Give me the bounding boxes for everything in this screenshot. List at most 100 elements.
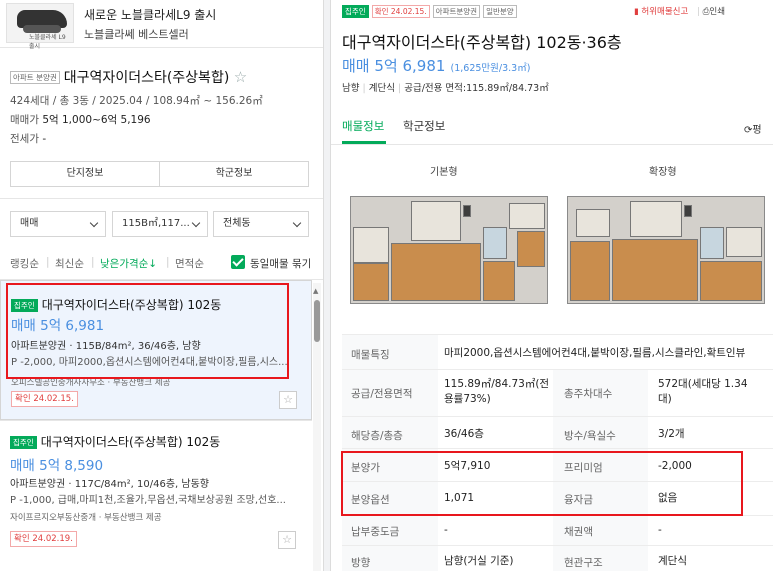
panel-splitter[interactable] bbox=[323, 0, 331, 571]
brief-direction: 남향 bbox=[342, 83, 360, 94]
print-button[interactable]: | ⎙인쇄 bbox=[697, 5, 725, 17]
row-value: 3/2개 bbox=[658, 428, 685, 440]
row-label: 해당층/총층 bbox=[351, 430, 403, 442]
chevron-down-icon bbox=[292, 218, 302, 228]
scroll-up-icon[interactable]: ▲ bbox=[313, 287, 318, 295]
sort-separator: | bbox=[166, 256, 170, 268]
row-label: 현관구조 bbox=[564, 557, 603, 569]
sale-label: 매매가 bbox=[10, 114, 39, 126]
row-value: 572대(세대당 1.34대) bbox=[658, 378, 748, 405]
sort-ranking[interactable]: 랭킹순 bbox=[10, 256, 39, 271]
confirm-badge: 확인 24.02.15. bbox=[11, 391, 78, 407]
row-value: 마피2000,옵션시스템에어컨4대,붙박이장,필름,시스클라인,확트인뷰 bbox=[444, 347, 746, 359]
plan-label-extended: 확장형 bbox=[649, 167, 677, 178]
listing-spec: 아파트분양권 · 117C/84m², 10/46층, 남동향 bbox=[10, 479, 209, 490]
ad-caption: 노블클라세 L9 출시 bbox=[29, 34, 66, 50]
confirm-badge: 확인 24.02.19. bbox=[10, 531, 77, 547]
row-label: 채권액 bbox=[564, 526, 593, 538]
detail-tags: 집주인 확인 24.02.15. 아파트분양권 일반분양 bbox=[342, 5, 517, 18]
favorite-star-icon[interactable]: ☆ bbox=[278, 531, 296, 549]
room bbox=[576, 209, 610, 237]
floor-plan-basic[interactable] bbox=[350, 196, 548, 304]
table-line bbox=[342, 545, 773, 546]
ad-subtitle: 노블클라쎄 베스트셀러 bbox=[84, 28, 189, 41]
type-tag: 일반분양 bbox=[483, 5, 517, 18]
dong-select[interactable]: 전체동 bbox=[213, 211, 309, 237]
print-label: 인쇄 bbox=[709, 7, 726, 17]
report-label: 허위매물신고 bbox=[641, 7, 689, 17]
room bbox=[517, 231, 545, 267]
sort-low-price[interactable]: 낮은가격순↓ bbox=[100, 256, 157, 271]
sort-separator: | bbox=[46, 256, 50, 268]
area-select[interactable]: 115B㎡,117... bbox=[112, 211, 208, 237]
room bbox=[411, 201, 461, 241]
plan-label-basic: 기본형 bbox=[430, 167, 458, 178]
listing-title-text: 대구역자이더스타(주상복합) 102동 bbox=[40, 435, 221, 449]
row-label: 공급/전용면적 bbox=[351, 388, 413, 400]
room bbox=[483, 261, 515, 301]
chevron-down-icon bbox=[89, 218, 99, 228]
table-line bbox=[342, 369, 773, 370]
row-value: - bbox=[444, 524, 448, 536]
sort-separator: | bbox=[91, 256, 95, 268]
room bbox=[463, 205, 471, 217]
divider bbox=[0, 198, 323, 199]
row-value: 남향(거실 기준) bbox=[444, 555, 514, 567]
owner-badge: 집주인 bbox=[10, 436, 37, 449]
jeonse-value: - bbox=[42, 133, 47, 145]
jeonse-label: 전세가 bbox=[10, 133, 39, 145]
row-label: 방향 bbox=[351, 557, 371, 569]
detail-brief: 남향 | 계단식 | 공급/전용 면적:115.89㎡/84.73㎡ bbox=[342, 83, 549, 94]
row-label: 총주차대수 bbox=[564, 388, 613, 400]
trade-type-value: 매매 bbox=[20, 218, 39, 229]
refresh-button[interactable]: ⟳평 bbox=[744, 121, 762, 136]
room bbox=[353, 263, 389, 301]
room bbox=[509, 203, 545, 229]
room bbox=[700, 261, 762, 301]
sort-latest[interactable]: 최신순 bbox=[55, 256, 84, 271]
room bbox=[483, 227, 507, 259]
complex-title: 아파트 분양권 대구역자이더스타(주상복합) ☆ bbox=[10, 67, 247, 87]
trade-type-select[interactable]: 매매 bbox=[10, 211, 106, 237]
listing-item[interactable]: 집주인 대구역자이더스타(주상복합) 102동 매매 5억 8,590 아파트분양… bbox=[0, 421, 312, 571]
highlight-box bbox=[6, 283, 289, 379]
tab-listing-info[interactable]: 매물정보 bbox=[342, 118, 384, 134]
detail-price-value: 매매 5억 6,981 bbox=[342, 57, 446, 75]
siren-icon: ▮ bbox=[634, 7, 639, 17]
table-line bbox=[342, 416, 773, 417]
star-icon[interactable]: ☆ bbox=[234, 68, 247, 86]
brief-structure: 계단식 bbox=[368, 83, 395, 94]
group-checkbox[interactable] bbox=[231, 255, 245, 269]
divider bbox=[0, 420, 312, 421]
confirm-badge: 확인 24.02.15. bbox=[371, 5, 430, 18]
complex-info-button[interactable]: 단지정보 bbox=[10, 161, 160, 187]
row-value: 계단식 bbox=[658, 555, 687, 567]
car-image bbox=[17, 10, 67, 33]
unit-price: (1,625만원/3.3㎡) bbox=[450, 63, 531, 74]
listing-title: 집주인 대구역자이더스타(주상복합) 102동 bbox=[10, 433, 220, 450]
group-label: 동일매물 묶기 bbox=[250, 258, 312, 270]
floor-plan-extended[interactable] bbox=[567, 196, 765, 304]
type-tag: 아파트분양권 bbox=[432, 5, 481, 18]
complex-jeonse-price: 전세가 - bbox=[10, 131, 46, 146]
listing-desc: P -1,000, 급매,마피1천,조율가,무옵션,국채보상공원 조망,선호..… bbox=[10, 495, 286, 506]
owner-badge: 집주인 bbox=[342, 5, 369, 18]
room bbox=[612, 239, 698, 301]
highlight-box bbox=[341, 451, 743, 516]
chevron-down-icon bbox=[191, 218, 201, 228]
complex-name: 대구역자이더스타(주상복합) bbox=[63, 70, 230, 86]
row-value: 115.89㎡/84.73㎡(전용률73%) bbox=[444, 378, 550, 405]
ad-banner[interactable]: 노블클라세 L9 출시 새로운 노블클라세L9 출시 노블클라쎄 베스트셀러 bbox=[0, 0, 323, 50]
scrollbar-thumb[interactable] bbox=[314, 300, 320, 342]
favorite-star-icon[interactable]: ☆ bbox=[279, 391, 297, 409]
sort-area[interactable]: 면적순 bbox=[175, 256, 204, 271]
report-button[interactable]: ▮ 허위매물신고 bbox=[634, 5, 688, 17]
sale-value: 5억 1,000~6억 5,196 bbox=[42, 114, 151, 126]
complex-sale-price: 매매가 5억 1,000~6억 5,196 bbox=[10, 112, 151, 127]
refresh-label: 평 bbox=[752, 125, 762, 136]
school-info-button[interactable]: 학군정보 bbox=[159, 161, 309, 187]
tab-school-info[interactable]: 학군정보 bbox=[403, 118, 445, 134]
listing-price: 매매 5억 8,590 bbox=[10, 458, 104, 474]
ad-title: 새로운 노블클라세L9 출시 bbox=[84, 8, 217, 22]
dong-value: 전체동 bbox=[223, 218, 251, 229]
